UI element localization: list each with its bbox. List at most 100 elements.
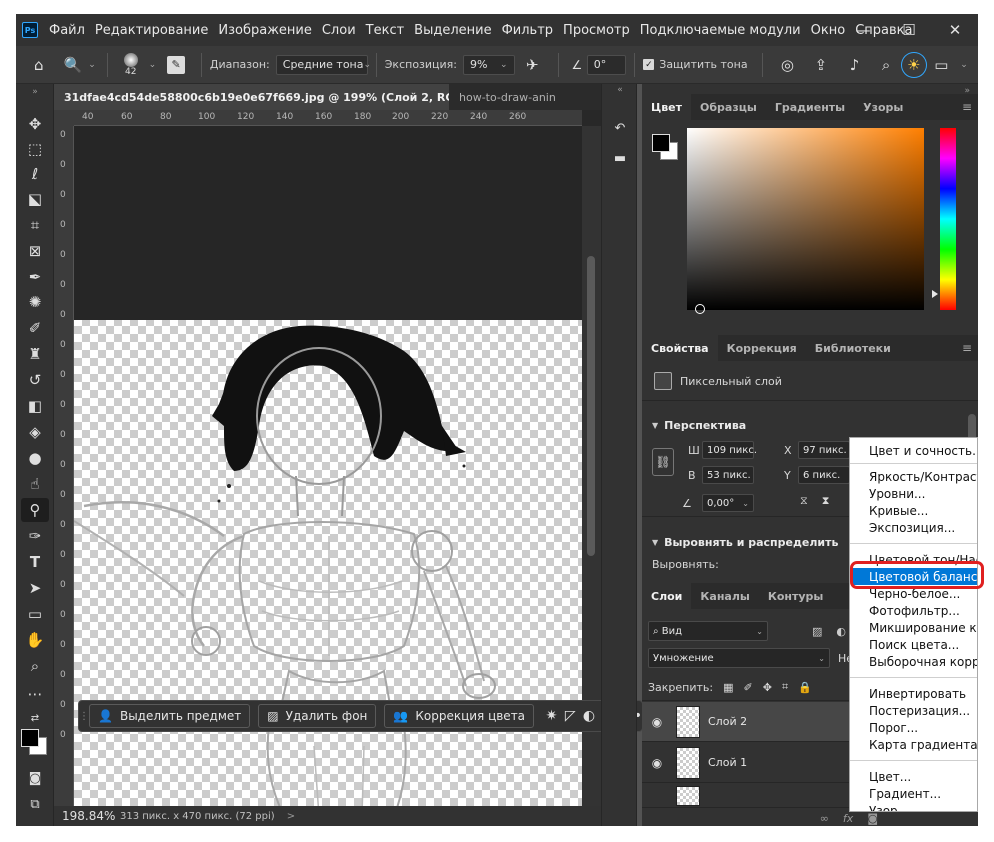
share-icon[interactable]: ⇪ xyxy=(804,56,838,74)
eraser-tool-icon[interactable]: ◧ xyxy=(21,394,49,418)
scrollbar-thumb[interactable] xyxy=(587,256,595,556)
link-layers-icon[interactable]: ∞ xyxy=(820,812,829,825)
hue-slider[interactable] xyxy=(940,128,956,310)
menu-item-levels[interactable]: Уровни... xyxy=(850,485,977,502)
menu-select[interactable]: Выделение xyxy=(409,23,496,38)
object-selection-tool-icon[interactable]: ⬕ xyxy=(21,187,49,211)
adjustment-filter-icon[interactable]: ◐ xyxy=(836,625,846,638)
tab-layers[interactable]: Слои xyxy=(642,583,692,609)
menu-type[interactable]: Текст xyxy=(361,23,410,38)
collapse-icon[interactable]: « xyxy=(610,84,630,96)
angle-input[interactable]: 0° xyxy=(586,54,627,75)
menu-layers[interactable]: Слои xyxy=(317,23,361,38)
width-field[interactable]: 109 пикс. xyxy=(702,441,757,459)
tab-channels[interactable]: Каналы xyxy=(691,583,758,609)
layer-filter-select[interactable]: ⌕ Вид ⌄ xyxy=(648,621,768,641)
clone-stamp-tool-icon[interactable]: ♜ xyxy=(21,342,49,366)
search-icon[interactable]: ⌕ xyxy=(871,56,901,74)
type-tool-icon[interactable]: T xyxy=(21,550,49,574)
marquee-tool-icon[interactable]: ⬚ xyxy=(21,137,49,161)
menu-item-pattern[interactable]: Узор... xyxy=(850,802,977,812)
fx-icon[interactable]: fx xyxy=(843,812,853,825)
history-icon[interactable]: ↶ xyxy=(610,118,630,138)
hue-slider-handle[interactable] xyxy=(932,290,938,298)
blur-tool-icon[interactable]: ● xyxy=(21,446,49,470)
home-icon[interactable]: ⌂ xyxy=(16,56,61,74)
height-field[interactable]: 53 пикс. xyxy=(702,466,754,484)
menu-image[interactable]: Изображение xyxy=(213,23,316,38)
close-window-button[interactable]: ✕ xyxy=(932,14,978,46)
menu-item-photo-filter[interactable]: Фотофильтр... xyxy=(850,602,977,619)
rectangle-tool-icon[interactable]: ▭ xyxy=(21,602,49,626)
menu-item-gradient[interactable]: Градиент... xyxy=(850,785,977,802)
flip-horizontal-icon[interactable]: ⧖ xyxy=(800,494,808,508)
tab-document-active[interactable]: 31dfae4cd54de58800c6b19e0e67f669.jpg @ 1… xyxy=(54,84,449,110)
chevron-down-icon[interactable]: ⌄ xyxy=(956,60,972,70)
dodge-tool-icon[interactable]: ⚲ xyxy=(21,498,49,522)
maximize-button[interactable]: ☐ xyxy=(886,14,932,46)
generative-icon[interactable]: ✷ xyxy=(542,708,561,724)
healing-brush-tool-icon[interactable]: ✺ xyxy=(21,290,49,314)
tab-libraries[interactable]: Библиотеки xyxy=(806,335,900,361)
bell-icon[interactable]: ♪ xyxy=(838,56,872,74)
tab-properties[interactable]: Свойства xyxy=(642,335,718,361)
foreground-color-swatch[interactable] xyxy=(652,134,670,152)
brush-settings-icon[interactable]: ✎ xyxy=(159,55,193,74)
path-selection-tool-icon[interactable]: ➤ xyxy=(21,576,49,600)
more-tools-icon[interactable]: ⋯ xyxy=(21,682,49,706)
eyedropper-tool-icon[interactable]: ✒ xyxy=(21,265,49,289)
flip-vertical-icon[interactable]: ⧗ xyxy=(822,494,830,508)
y-field[interactable]: 6 пикс. xyxy=(798,466,850,484)
paint-bucket-tool-icon[interactable]: ◈ xyxy=(21,420,49,444)
quick-mask-icon[interactable]: ◙ xyxy=(21,766,49,790)
tab-patterns[interactable]: Узоры xyxy=(854,94,912,120)
panel-menu-icon[interactable]: ≡ xyxy=(962,100,972,114)
lock-transparent-icon[interactable]: ▦ xyxy=(723,681,733,694)
chevron-down-icon[interactable]: ⌄ xyxy=(85,60,99,70)
airbrush-icon[interactable]: ✈ xyxy=(515,56,551,74)
remove-background-button[interactable]: ▨ Удалить фон xyxy=(258,704,377,728)
menu-view[interactable]: Просмотр xyxy=(558,23,635,38)
lock-pixels-icon[interactable]: ✐ xyxy=(744,681,753,694)
tab-document-inactive[interactable]: how-to-draw-anin xyxy=(449,84,561,110)
workspace-icon[interactable]: ▭ xyxy=(927,56,957,74)
perspective-section-header[interactable]: ▼ Перспектива xyxy=(652,419,746,432)
crop-tool-icon[interactable]: ⌗ xyxy=(21,213,49,237)
exposure-input[interactable]: 9% ⌄ xyxy=(463,54,515,75)
menu-item-invert[interactable]: Инвертировать xyxy=(850,685,977,702)
blend-mode-select[interactable]: Умножение ⌄ xyxy=(648,648,830,668)
chevron-right-icon[interactable]: > xyxy=(287,811,295,822)
brush-tool-icon[interactable]: ✐ xyxy=(21,316,49,340)
menu-edit[interactable]: Редактирование xyxy=(90,23,213,38)
adjustment-icon[interactable]: ◐ xyxy=(580,708,599,724)
zoom-level[interactable]: 198.84% xyxy=(62,809,115,823)
eye-icon[interactable]: ◉ xyxy=(642,715,672,729)
lock-artboard-icon[interactable]: ⌗ xyxy=(782,680,788,694)
menu-item-gradient-map[interactable]: Карта градиента... xyxy=(850,736,977,753)
transform-icon[interactable]: ◸ xyxy=(561,708,580,724)
tab-gradients[interactable]: Градиенты xyxy=(766,94,854,120)
eye-icon[interactable]: ◉ xyxy=(642,756,672,770)
minimize-button[interactable]: — xyxy=(840,14,886,46)
move-tool-icon[interactable]: ✥ xyxy=(21,112,49,136)
lock-position-icon[interactable]: ✥ xyxy=(763,681,772,694)
lock-all-icon[interactable]: 🔒 xyxy=(798,681,812,694)
image-filter-icon[interactable]: ▨ xyxy=(812,625,822,638)
screen-mode-icon[interactable]: ⧉ xyxy=(21,792,49,816)
tab-adjustments[interactable]: Коррекция xyxy=(718,335,806,361)
color-correction-button[interactable]: 👥 Коррекция цвета xyxy=(384,704,535,728)
menu-item-solid-color[interactable]: Цвет... xyxy=(850,768,977,785)
tab-color[interactable]: Цвет xyxy=(642,94,692,120)
lasso-tool-icon[interactable]: ℓ xyxy=(21,162,49,186)
align-section-header[interactable]: ▼ Выровнять и распределить xyxy=(652,536,838,549)
discover-icon[interactable]: ☀ xyxy=(900,51,927,78)
menu-item-threshold[interactable]: Порог... xyxy=(850,719,977,736)
hand-tool-icon[interactable]: ✋ xyxy=(21,628,49,652)
menu-item-brightness-contrast[interactable]: Яркость/Контрастность... xyxy=(850,468,977,485)
foreground-color-swatch-front[interactable] xyxy=(21,729,39,747)
protect-tones-checkbox[interactable]: ✓ xyxy=(643,59,655,70)
color-field[interactable] xyxy=(687,128,924,310)
angle-field[interactable]: 0,00° ⌄ xyxy=(702,494,754,512)
comments-icon[interactable]: ▬ xyxy=(610,148,630,168)
menu-file[interactable]: Файл xyxy=(44,23,90,38)
